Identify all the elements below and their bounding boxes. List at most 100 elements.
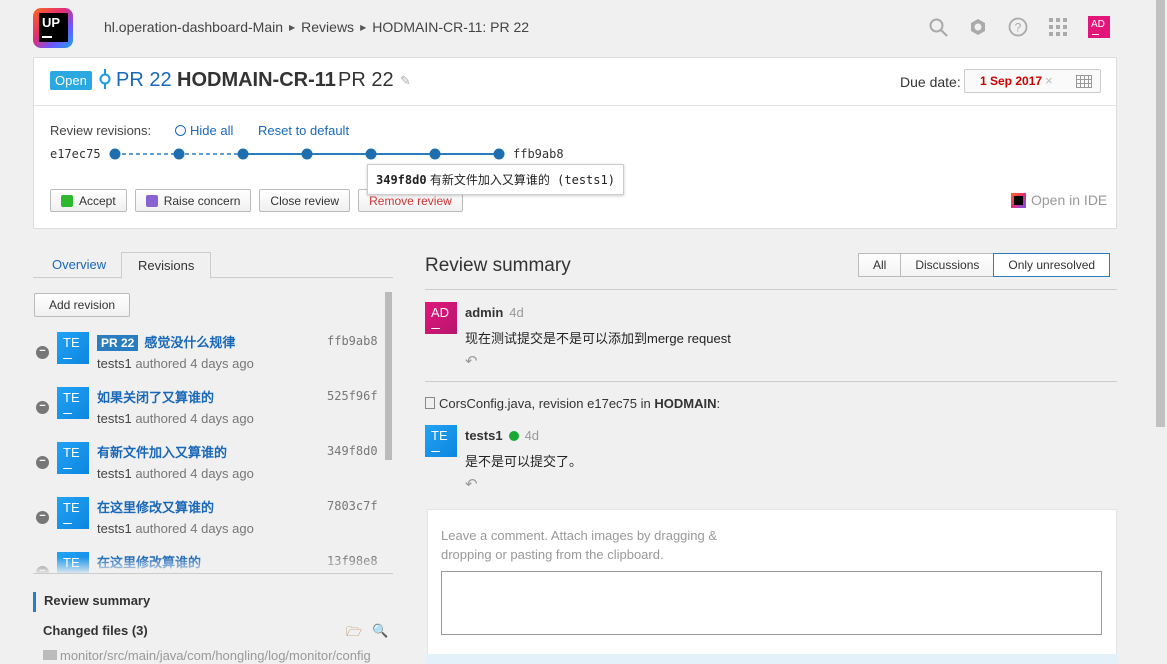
upsource-logo[interactable]: UP [33, 8, 73, 48]
revision-end-hash: ffb9ab8 [513, 147, 564, 161]
concern-face-icon [145, 194, 158, 207]
tab-bar: Overview Revisions [33, 252, 393, 279]
revision-author: tests1 [97, 356, 132, 371]
remove-revision-icon[interactable]: − [36, 511, 49, 524]
comment-time: 4d [509, 305, 524, 320]
online-status-icon [508, 431, 519, 441]
tab-revisions[interactable]: Revisions [121, 252, 212, 279]
revision-author: tests1 [97, 411, 132, 426]
due-date-field[interactable]: 1 Sep 2017 × [964, 69, 1101, 93]
accept-face-icon [61, 194, 73, 207]
revision-start-hash: e17ec75 [50, 147, 101, 161]
breadcrumb-current: HODMAIN-CR-11: PR 22 [372, 19, 530, 35]
hub-icon[interactable] [968, 17, 988, 37]
timeline-node [109, 148, 121, 160]
avatar: TE [57, 387, 89, 419]
revision-title[interactable]: 在这里修改又算谁的 [97, 497, 214, 516]
revision-item[interactable]: − TE 有新文件加入又算谁的 tests1 authored 4 days a… [33, 436, 383, 491]
open-in-ide-link[interactable]: Open in IDE [1011, 192, 1107, 208]
revision-hash[interactable]: 525f96f [327, 389, 378, 403]
reply-icon[interactable]: ↶ [465, 352, 478, 370]
pr-link[interactable]: PR 22 [116, 69, 172, 92]
revision-hash[interactable]: ffb9ab8 [327, 334, 378, 348]
revision-timeline[interactable] [109, 147, 509, 163]
revision-list: − TE PR 22 感觉没什么规律 tests1 authored 4 days… [33, 326, 385, 574]
review-header-card: Open PR 22 HODMAIN-CR-11 PR 22 ✎ Due dat… [33, 57, 1117, 229]
close-review-button[interactable]: Close review [259, 189, 351, 212]
breadcrumb-reviews[interactable]: Reviews [301, 19, 354, 35]
revision-author: tests1 [97, 521, 132, 536]
avatar: AD [425, 302, 457, 334]
ide-icon [1011, 192, 1026, 208]
circle-icon [175, 125, 186, 136]
status-badge: Open [50, 71, 92, 90]
user-avatar[interactable]: AD [1088, 16, 1110, 38]
accept-button[interactable]: Accept [50, 189, 127, 212]
calendar-icon[interactable] [1076, 75, 1092, 88]
pr-badge[interactable]: PR 22 [97, 335, 139, 351]
edit-pencil-icon[interactable]: ✎ [400, 73, 411, 89]
breadcrumb: hl.operation-dashboard-Main ▶ Reviews ▶ … [104, 19, 529, 35]
file-reference: CorsConfig.java, revision e17ec75 in HOD… [425, 396, 720, 411]
breadcrumb-separator-icon: ▶ [360, 22, 367, 32]
comment-text: 现在测试提交是不是可以添加到merge request [465, 331, 731, 346]
remove-revision-icon[interactable]: − [36, 401, 49, 414]
nav-changed-files[interactable]: Changed files (3) [43, 623, 148, 638]
reply-icon[interactable]: ↶ [465, 475, 478, 493]
apps-grid-icon[interactable] [1048, 17, 1068, 37]
remove-revision-icon[interactable]: − [36, 456, 49, 469]
review-id: HODMAIN-CR-11 [177, 69, 336, 91]
filter-all-button[interactable]: All [858, 253, 902, 277]
scrollbar-thumb[interactable] [1156, 0, 1165, 427]
revision-hash[interactable]: 7803c7f [327, 499, 378, 513]
filter-only-unresolved-button[interactable]: Only unresolved [993, 253, 1111, 277]
left-panel: Overview Revisions Add revision − TE PR … [33, 252, 393, 663]
folder-view-icon[interactable]: 🗁 [346, 623, 362, 645]
comment-author[interactable]: admin [465, 305, 503, 320]
clear-date-icon[interactable]: × [1045, 73, 1053, 88]
timeline-node [173, 148, 185, 160]
raise-concern-button[interactable]: Raise concern [134, 189, 252, 212]
due-date-label: Due date: [900, 74, 961, 90]
tab-overview[interactable]: Overview [36, 252, 122, 279]
breadcrumb-project[interactable]: hl.operation-dashboard-Main [104, 19, 283, 35]
comment-filter-group: All Discussions Only unresolved [858, 253, 1111, 277]
breadcrumb-separator-icon: ▶ [289, 22, 296, 32]
revision-list-scrollbar[interactable] [385, 292, 392, 460]
svg-text:?: ? [1015, 21, 1022, 35]
remove-revision-icon[interactable]: − [36, 346, 49, 359]
add-revision-button[interactable]: Add revision [34, 293, 131, 317]
revision-title[interactable]: 有新文件加入又算谁的 [97, 442, 227, 461]
top-bar: UP hl.operation-dashboard-Main ▶ Reviews… [0, 0, 1167, 56]
review-revisions-label: Review revisions: [50, 123, 152, 138]
due-date-value: 1 Sep 2017 [980, 74, 1043, 88]
revision-item[interactable]: − TE 如果关闭了又算谁的 tests1 authored 4 days ag… [33, 381, 383, 436]
timeline-node [493, 148, 505, 160]
review-summary-panel: Review summary All Discussions Only unre… [425, 252, 1118, 664]
file-icon [425, 397, 435, 409]
timeline-node [429, 148, 441, 160]
zoom-search-icon[interactable]: 🔍 [372, 623, 388, 645]
avatar: TE [57, 332, 89, 364]
comment-author[interactable]: tests1 [465, 428, 503, 443]
reset-to-default-link[interactable]: Reset to default [258, 123, 349, 138]
comment-text: 是不是可以提交了。 [465, 454, 583, 469]
avatar: TE [57, 442, 89, 474]
filter-discussions-button[interactable]: Discussions [900, 253, 995, 277]
file-link[interactable]: CorsConfig.java [439, 396, 532, 411]
comment: TE tests1 4d 是不是可以提交了。 ↶ [425, 425, 1117, 495]
comment-textarea[interactable] [441, 571, 1102, 635]
help-icon[interactable]: ? [1008, 17, 1028, 37]
pull-request-icon [98, 69, 112, 94]
hide-all-link[interactable]: Hide all [175, 123, 233, 138]
revision-hash[interactable]: 349f8d0 [327, 444, 378, 458]
revision-item[interactable]: − TE 在这里修改又算谁的 tests1 authored 4 days ag… [33, 491, 383, 546]
revision-title[interactable]: 如果关闭了又算谁的 [97, 387, 214, 406]
review-title: PR 22 [338, 69, 394, 91]
page-scrollbar[interactable] [1153, 0, 1167, 661]
nav-review-summary[interactable]: Review summary [33, 592, 150, 612]
revision-title[interactable]: 感觉没什么规律 [144, 335, 235, 350]
new-comment-box: Leave a comment. Attach images by draggi… [426, 509, 1118, 664]
revision-item[interactable]: − TE PR 22 感觉没什么规律 tests1 authored 4 days… [33, 326, 383, 381]
search-icon[interactable] [928, 17, 948, 37]
